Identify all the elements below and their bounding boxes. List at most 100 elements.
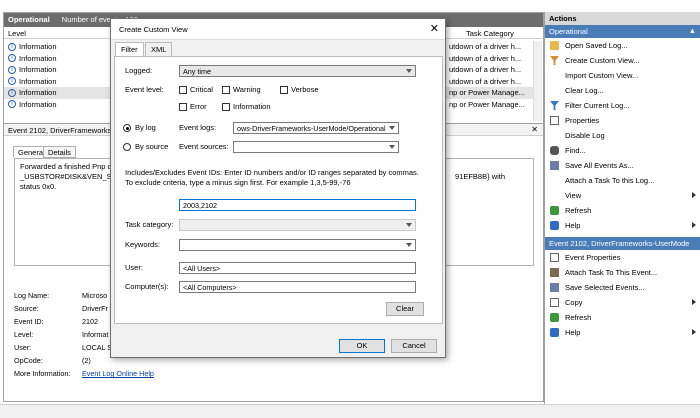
action-refresh[interactable]: Refresh [545,203,700,218]
information-checkbox[interactable] [222,103,230,111]
action-create-custom-view[interactable]: Create Custom View... [545,53,700,68]
dialog-title: Create Custom View [119,25,188,34]
submenu-arrow-icon [692,222,696,228]
information-label: Information [233,102,271,111]
action-properties[interactable]: Properties [545,113,700,128]
column-level[interactable]: Level [8,29,26,38]
computers-label: Computer(s): [125,282,169,291]
field-opcode: OpCode: (2) [14,356,91,365]
by-log-radio[interactable] [123,124,131,132]
event-logs-label: Event logs: [179,123,217,132]
help-icon [550,221,559,230]
submenu-arrow-icon [692,192,696,198]
save-icon [550,283,559,292]
tab-xml[interactable]: XML [145,42,173,56]
task-category-label: Task category: [125,220,174,229]
action-help[interactable]: Help [545,218,700,233]
save-icon [550,161,559,170]
action-attach-task-to-log[interactable]: Attach a Task To this Log... [545,173,700,188]
collapse-icon[interactable]: ▲ [689,26,696,35]
event-ids-help: Includes/Excludes Event IDs: Enter ID nu… [125,168,419,187]
action-refresh-event[interactable]: Refresh [545,310,700,325]
actions-section-operational[interactable]: Operational ▲ [545,25,700,38]
logged-dropdown[interactable]: Any time [179,65,416,77]
help-icon [550,328,559,337]
verbose-checkbox[interactable] [280,86,288,94]
clear-button[interactable]: Clear [386,302,424,316]
copy-icon [550,298,559,307]
actions-title: Actions [545,12,700,25]
by-log-label: By log [135,123,156,132]
action-filter-current-log[interactable]: Filter Current Log... [545,98,700,113]
submenu-arrow-icon [692,329,696,335]
action-open-saved-log[interactable]: Open Saved Log... [545,38,700,53]
tab-details[interactable]: Details [43,146,76,158]
info-icon: i [8,65,16,74]
action-import-custom-view[interactable]: Import Custom View... [545,68,700,83]
tab-filter[interactable]: Filter [115,42,144,57]
info-icon: i [8,42,16,51]
logged-label: Logged: [125,66,153,75]
verbose-label: Verbose [291,85,319,94]
error-label: Error [190,102,207,111]
action-event-properties[interactable]: Event Properties [545,250,700,265]
info-icon: i [8,77,16,86]
create-custom-view-dialog: Create Custom View ✕ Filter XML Logged: … [110,18,446,358]
action-help-event[interactable]: Help [545,325,700,340]
properties-icon [550,116,559,125]
info-icon: i [8,54,16,63]
actions-pane: Actions Operational ▲ Open Saved Log... C… [544,12,700,404]
warning-checkbox[interactable] [222,86,230,94]
event-logs-dropdown[interactable]: ows-DriverFrameworks-UserMode/Operationa… [233,122,399,134]
by-source-label: By source [135,142,169,151]
event-sources-label: Event sources: [179,142,229,151]
folder-icon [550,41,559,50]
action-attach-task-to-event[interactable]: Attach Task To This Event... [545,265,700,280]
field-source: Source: DriverFr [14,304,108,313]
user-label: User: [125,263,143,272]
computers-input[interactable]: <All Computers> [179,281,416,293]
actions-section-event[interactable]: Event 2102, DriverFrameworks-UserMode [545,237,700,250]
task-icon [550,268,559,277]
event-sources-dropdown[interactable] [233,141,399,153]
keywords-dropdown[interactable] [179,239,416,251]
submenu-arrow-icon [692,299,696,305]
action-copy[interactable]: Copy [545,295,700,310]
refresh-icon [550,206,559,215]
event-list-scrollbar[interactable] [533,41,542,121]
ok-button[interactable]: OK [339,339,385,353]
action-clear-log[interactable]: Clear Log... [545,83,700,98]
action-save-selected-events[interactable]: Save Selected Events... [545,280,700,295]
by-source-radio[interactable] [123,143,131,151]
field-user: User: LOCAL S [14,343,113,352]
field-level: Level: Informat [14,330,109,339]
critical-label: Critical [190,85,213,94]
info-icon: i [8,88,16,97]
error-checkbox[interactable] [179,103,187,111]
event-log-online-help-link[interactable]: Event Log Online Help [82,369,154,378]
filter-icon [550,101,559,110]
close-icon[interactable]: ✕ [430,22,439,35]
task-category-dropdown[interactable] [179,219,416,231]
critical-checkbox[interactable] [179,86,187,94]
user-input[interactable]: <All Users> [179,262,416,274]
status-bar [0,404,700,418]
field-event-id: Event ID: 2102 [14,317,98,326]
info-icon: i [8,100,16,109]
field-more-information: More Information: Event Log Online Help [14,369,154,378]
action-disable-log[interactable]: Disable Log [545,128,700,143]
cancel-button[interactable]: Cancel [391,339,437,353]
event-level-label: Event level: [125,85,164,94]
keywords-label: Keywords: [125,240,161,249]
filter-tab-panel: Logged: Any time Event level: Critical W… [114,56,443,324]
column-task-category[interactable]: Task Category [466,29,514,38]
action-find[interactable]: Find... [545,143,700,158]
filter-icon [550,56,559,65]
dialog-title-bar: Create Custom View ✕ [111,19,445,40]
action-save-all-events[interactable]: Save All Events As... [545,158,700,173]
warning-label: Warning [233,85,261,94]
action-view[interactable]: View [545,188,700,203]
close-icon[interactable]: ✕ [531,125,538,134]
properties-icon [550,253,559,262]
event-ids-input[interactable]: 2003,2102 [179,199,416,211]
